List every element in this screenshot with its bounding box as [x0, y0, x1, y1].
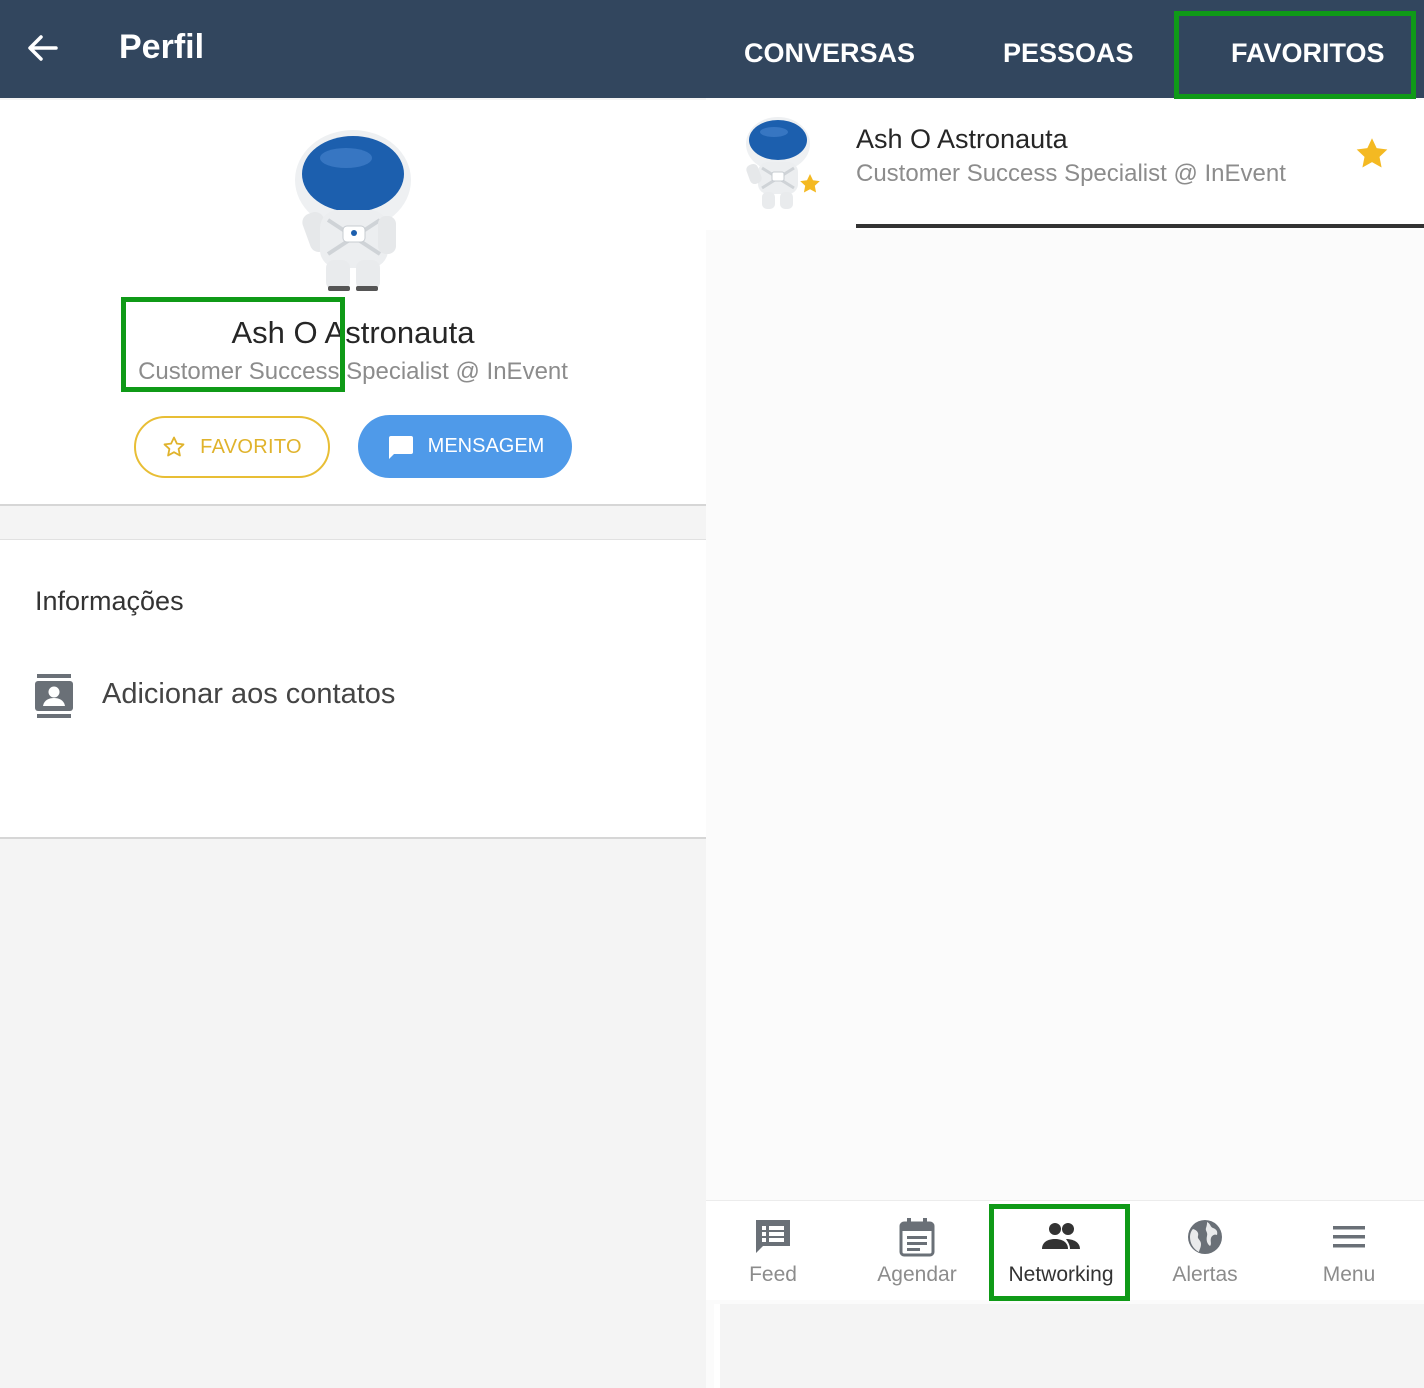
- star-outline-icon: [163, 436, 185, 457]
- list-divider: [856, 224, 1424, 228]
- networking-highlight-box: [989, 1204, 1130, 1301]
- tab-conversas[interactable]: CONVERSAS: [744, 38, 915, 69]
- astronaut-avatar: [740, 116, 826, 211]
- nav-feed-label: Feed: [749, 1263, 797, 1286]
- calendar-icon: [899, 1218, 935, 1257]
- feed-icon: [756, 1220, 790, 1253]
- nav-alertas-label: Alertas: [1172, 1263, 1238, 1286]
- favorite-button[interactable]: FAVORITO: [134, 416, 330, 478]
- add-to-contacts-label: Adicionar aos contatos: [102, 678, 396, 710]
- message-button[interactable]: MENSAGEM: [358, 415, 572, 478]
- nav-menu-label: Menu: [1322, 1263, 1376, 1286]
- profile-card: Ash O Astronauta Customer Success Specia…: [0, 100, 706, 506]
- list-item[interactable]: Ash O Astronauta Customer Success Specia…: [706, 100, 1424, 230]
- favorite-highlight-box: [121, 297, 345, 392]
- message-button-label: MENSAGEM: [427, 435, 545, 457]
- contact-card-icon: [35, 674, 73, 718]
- networking-screen: CONVERSAS PESSOAS FAVORITOS Ash O Astron…: [706, 0, 1424, 1388]
- bottom-navigation: Feed Agendar Networking Alertas Menu: [703, 1200, 1424, 1301]
- profile-screen: Perfil Ash O Astronauta Customer Success…: [0, 0, 706, 1388]
- nav-agendar[interactable]: Agendar: [847, 1201, 987, 1301]
- contact-name: Ash O Astronauta: [856, 124, 1068, 154]
- add-to-contacts-row[interactable]: Adicionar aos contatos: [0, 658, 706, 734]
- profile-role: Customer Success Specialist @ InEvent: [138, 358, 568, 385]
- tab-pessoas[interactable]: PESSOAS: [1003, 38, 1134, 69]
- astronaut-avatar: [288, 128, 418, 293]
- nav-feed[interactable]: Feed: [703, 1201, 843, 1301]
- nav-alertas[interactable]: Alertas: [1135, 1201, 1275, 1301]
- menu-icon: [1333, 1226, 1365, 1248]
- chat-bubble-icon: [388, 435, 413, 459]
- star-filled-icon[interactable]: [1354, 136, 1390, 172]
- contact-role: Customer Success Specialist @ InEvent: [856, 160, 1286, 187]
- nav-menu[interactable]: Menu: [1279, 1201, 1419, 1301]
- globe-icon: [1188, 1220, 1222, 1254]
- favorites-tab-highlight-box: [1174, 11, 1416, 99]
- favorite-button-label: FAVORITO: [200, 435, 302, 458]
- below-nav-area: [714, 1304, 1424, 1388]
- profile-header: Perfil: [0, 0, 706, 98]
- nav-agendar-label: Agendar: [877, 1263, 957, 1286]
- info-section-title: Informações: [35, 586, 184, 616]
- page-title: Perfil: [119, 28, 205, 66]
- back-arrow-icon[interactable]: [22, 28, 62, 68]
- info-card: Informações Adicionar aos contatos: [0, 539, 706, 839]
- profile-name: Ash O Astronauta: [231, 315, 475, 350]
